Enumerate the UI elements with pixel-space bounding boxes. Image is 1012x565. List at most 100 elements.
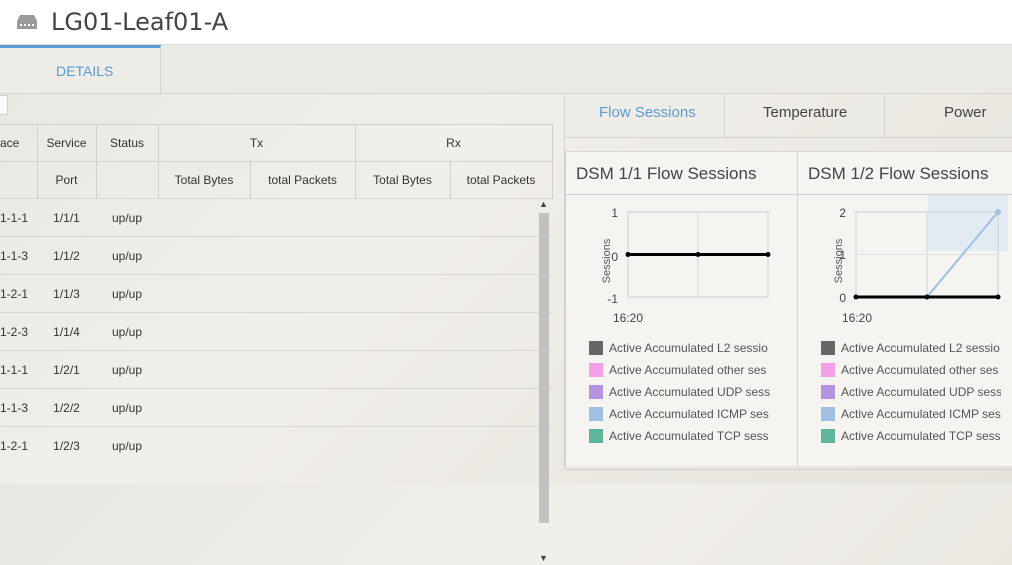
metrics-panel: Flow Sessions Temperature Power DSM 1/1 … [564, 95, 1012, 470]
y-tick-label: 0 [611, 250, 618, 264]
cell-rx-bytes [355, 350, 450, 389]
cell-status: up/up [96, 312, 158, 351]
data-point [995, 294, 1001, 300]
data-point [695, 252, 701, 257]
cell-tx-packets [250, 388, 355, 427]
legend-label: Active Accumulated TCP sess [841, 429, 1001, 443]
tab-flow-sessions[interactable]: Flow Sessions [565, 95, 725, 137]
cell-interface: 1-2-1 [0, 274, 37, 313]
table-row[interactable]: 1-1-3 1/1/2 up/up [0, 236, 553, 275]
legend-item[interactable]: Active Accumulated L2 sessio [589, 339, 779, 361]
scrollbar-thumb[interactable] [539, 213, 549, 523]
data-point [765, 252, 771, 257]
legend-item[interactable]: Active Accumulated other ses [589, 361, 779, 383]
col-tx-bytes[interactable]: Total Bytes [158, 161, 251, 199]
tab-temperature-label: Temperature [763, 104, 848, 121]
legend-label: Active Accumulated L2 sessio [609, 341, 768, 355]
flow-sessions-chart-2: Sessions 2 1 0 16:20 [833, 195, 1008, 325]
table-row[interactable]: 1-2-3 1/1/4 up/up [0, 312, 553, 351]
legend-item[interactable]: Active Accumulated TCP sess [589, 427, 779, 449]
y-tick-label: 0 [839, 291, 846, 305]
cell-tx-packets [250, 198, 355, 237]
col-rx: Rx [355, 124, 553, 162]
cell-rx-bytes [355, 236, 450, 275]
legend-swatch [589, 407, 603, 421]
data-point [625, 252, 631, 257]
flow-sessions-chart-1: Sessions 1 0 -1 16:20 [601, 206, 771, 325]
legend-item[interactable]: Active Accumulated other ses [821, 361, 1001, 383]
cell-status: up/up [96, 350, 158, 389]
col-rx-packets[interactable]: total Packets [450, 161, 553, 199]
tab-temperature[interactable]: Temperature [725, 95, 885, 137]
metrics-tabs: Flow Sessions Temperature Power [565, 95, 1012, 138]
legend-item[interactable]: Active Accumulated L2 sessio [821, 339, 1001, 361]
scroll-up-arrow-icon[interactable]: ▲ [539, 199, 548, 209]
table-scrollbar[interactable]: ▲ ▼ [536, 199, 552, 565]
col-service[interactable]: Service [37, 124, 97, 162]
card-title: DSM 1/2 Flow Sessions [808, 164, 989, 183]
col-port[interactable]: Port [37, 161, 97, 199]
legend-swatch [589, 341, 603, 355]
cell-port: 1/1/4 [37, 312, 96, 351]
y-tick-label: -1 [607, 292, 618, 306]
data-point [995, 209, 1001, 215]
cell-interface: 1-2-1 [0, 426, 37, 464]
data-point [924, 294, 930, 300]
table-row[interactable]: 1-2-1 1/2/3 up/up [0, 426, 553, 464]
legend-swatch [821, 341, 835, 355]
legend-swatch [821, 363, 835, 377]
flow-sessions-card-1: DSM 1/1 Flow Sessions Sessions 1 0 -1 16… [565, 151, 797, 466]
legend-label: Active Accumulated UDP sess [609, 385, 771, 399]
col-status[interactable]: Status [96, 124, 159, 162]
cell-rx-bytes [355, 388, 450, 427]
legend-item[interactable]: Active Accumulated ICMP ses [821, 405, 1001, 427]
tab-details[interactable]: DETAILS [0, 45, 161, 93]
legend-item[interactable]: Active Accumulated ICMP ses [589, 405, 779, 427]
legend-item[interactable]: Active Accumulated TCP sess [821, 427, 1001, 449]
col-tx-packets[interactable]: total Packets [250, 161, 356, 199]
legend-swatch [589, 385, 603, 399]
cell-tx-bytes [158, 274, 250, 313]
data-point [853, 294, 859, 300]
cell-status: up/up [96, 236, 158, 275]
cell-tx-bytes [158, 388, 250, 427]
cell-status: up/up [96, 388, 158, 427]
table-row[interactable]: 1-1-1 1/1/1 up/up [0, 198, 553, 237]
tab-strip: DETAILS [0, 45, 1012, 94]
col-rx-bytes[interactable]: Total Bytes [355, 161, 451, 199]
legend-item[interactable]: Active Accumulated UDP sess [589, 383, 779, 405]
legend-label: Active Accumulated ICMP ses [609, 407, 769, 421]
cell-port: 1/1/3 [37, 274, 96, 313]
cell-rx-bytes [355, 198, 450, 237]
col-interface[interactable]: ace [0, 124, 38, 162]
cell-tx-bytes [158, 312, 250, 351]
table-row[interactable]: 1-2-1 1/1/3 up/up [0, 274, 553, 313]
cell-port: 1/2/1 [37, 350, 96, 389]
flow-sessions-card-2: DSM 1/2 Flow Sessions Sessions 2 1 0 16:… [797, 151, 1012, 466]
cell-tx-packets [250, 274, 355, 313]
legend-swatch [821, 385, 835, 399]
switch-icon [17, 15, 37, 29]
cell-port: 1/2/2 [37, 388, 96, 427]
title-bar: LG01-Leaf01-A [0, 0, 1012, 45]
interfaces-panel: ace Service Status Tx Rx Port Total Byte… [0, 95, 560, 563]
legend-swatch [589, 363, 603, 377]
tab-power[interactable]: Power [885, 95, 1012, 137]
chart-highlight [928, 195, 1008, 251]
cell-interface: 1-2-3 [0, 312, 37, 351]
col-tx: Tx [158, 124, 356, 162]
table-row[interactable]: 1-1-1 1/2/1 up/up [0, 350, 553, 389]
cell-status: up/up [96, 198, 158, 237]
cell-tx-packets [250, 236, 355, 275]
legend-item[interactable]: Active Accumulated UDP sess [821, 383, 1001, 405]
scroll-down-arrow-icon[interactable]: ▼ [539, 553, 548, 563]
x-tick-label: 16:20 [613, 311, 643, 325]
cell-interface: 1-1-1 [0, 198, 37, 237]
chart-legend: Active Accumulated L2 sessio Active Accu… [821, 339, 1001, 449]
cell-interface: 1-1-1 [0, 350, 37, 389]
interfaces-table: ace Service Status Tx Rx Port Total Byte… [0, 124, 553, 464]
legend-label: Active Accumulated other ses [609, 363, 767, 377]
table-row[interactable]: 1-1-3 1/2/2 up/up [0, 388, 553, 427]
col-status-sub [96, 161, 159, 199]
toolbar-button[interactable] [0, 95, 8, 115]
